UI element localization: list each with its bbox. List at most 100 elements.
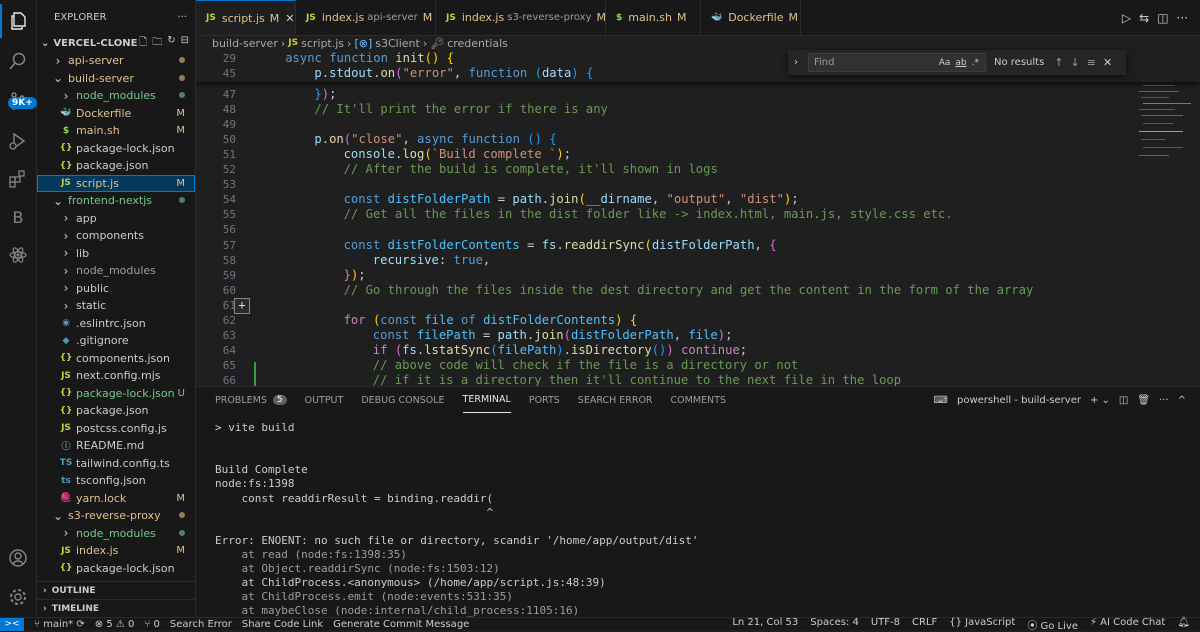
folder-item[interactable]: › components — [37, 227, 195, 245]
file-item[interactable]: ts tsconfig.json — [37, 472, 195, 490]
breadcrumb-symbol[interactable]: s3Client — [375, 37, 420, 50]
file-item[interactable]: {} package.json — [37, 157, 195, 175]
new-folder-icon[interactable]: 🗀 — [152, 35, 162, 52]
file-item[interactable]: JS next.config.mjs — [37, 367, 195, 385]
arrow-down-icon[interactable]: ↓ — [1071, 56, 1080, 69]
code-line[interactable]: 59}); — [196, 268, 1200, 283]
go-live[interactable]: ⦿ Go Live — [1027, 617, 1078, 632]
panel-tab-debug-console[interactable]: DEBUG CONSOLE — [361, 387, 444, 413]
timeline-section[interactable]: › TIMELINE — [37, 599, 195, 617]
file-item[interactable]: {} package-lock.json — [37, 140, 195, 158]
more-actions-icon[interactable]: ··· — [1177, 11, 1188, 25]
file-item[interactable]: JS index.js M — [37, 542, 195, 560]
code-line[interactable]: 55 // Get all the files in the dist folde… — [196, 207, 1200, 222]
collapse-all-icon[interactable]: ⊟ — [181, 35, 189, 52]
folder-item[interactable]: › node_modules — [37, 87, 195, 105]
folder-item[interactable]: ⌄ frontend-nextjs — [37, 192, 195, 210]
trash-icon[interactable]: 🗑︎ — [1137, 395, 1150, 406]
chevron-right-icon[interactable]: › — [794, 57, 798, 68]
panel-tab-comments[interactable]: COMMENTS — [671, 387, 726, 413]
notifications-icon[interactable]: 🔔︎ — [1177, 617, 1190, 632]
outline-section[interactable]: › OUTLINE — [37, 581, 195, 599]
whole-word-icon[interactable]: ab — [955, 58, 966, 68]
folder-item[interactable]: › public — [37, 280, 195, 298]
code-line[interactable]: 60 // Go through the files inside the des… — [196, 283, 1200, 298]
editor-tab[interactable]: JS index.js s3-reverse-proxy M — [436, 0, 606, 35]
settings-gear-icon[interactable] — [0, 580, 36, 614]
panel-tab-terminal[interactable]: TERMINAL — [462, 387, 511, 413]
remote-indicator-icon[interactable]: >< — [0, 617, 24, 631]
code-line[interactable]: 53 — [196, 177, 1200, 192]
file-item[interactable]: {} package.json — [37, 402, 195, 420]
refresh-icon[interactable]: ↻ — [167, 35, 175, 52]
encoding[interactable]: UTF-8 — [871, 617, 900, 632]
new-file-icon[interactable]: 🗋 — [139, 35, 147, 52]
find-input[interactable]: Find Aa ab .* — [808, 53, 986, 72]
ai-code-chat[interactable]: ⚡ AI Code Chat — [1090, 617, 1165, 632]
file-item[interactable]: TS tailwind.config.ts — [37, 455, 195, 473]
match-case-icon[interactable]: Aa — [939, 58, 951, 68]
find-in-selection-icon[interactable]: ≡ — [1087, 56, 1096, 69]
run-icon[interactable]: ▷ — [1122, 11, 1131, 25]
line-endings[interactable]: CRLF — [912, 617, 937, 632]
editor-tab[interactable]: JS script.js M ✕ — [196, 0, 296, 35]
git-branch[interactable]: ⑂ main* ⟳ — [34, 619, 85, 630]
panel-tab-ports[interactable]: PORTS — [529, 387, 560, 413]
file-item[interactable]: ◉ .eslintrc.json — [37, 315, 195, 333]
editor-tab[interactable]: JS index.js api-server M — [296, 0, 436, 35]
folder-item[interactable]: › node_modules — [37, 262, 195, 280]
file-item[interactable]: {} package-lock.json — [37, 560, 195, 578]
file-item[interactable]: JS postcss.config.js — [37, 420, 195, 438]
code-line[interactable]: 48 // It'll print the error if there is a… — [196, 102, 1200, 117]
code-line[interactable]: 57 const distFolderContents = fs.readdirS… — [196, 238, 1200, 253]
file-item[interactable]: JS script.js M — [37, 174, 195, 192]
code-line[interactable]: 64 if (fs.lstatSync(filePath).isDirectory… — [196, 343, 1200, 358]
file-item[interactable]: 🐳 Dockerfile M — [37, 105, 195, 123]
language-mode[interactable]: {} JavaScript — [949, 617, 1015, 632]
run-debug-icon[interactable] — [0, 124, 36, 158]
code-line[interactable]: 50 p.on("close", async function () { — [196, 132, 1200, 147]
panel-tab-search-error[interactable]: SEARCH ERROR — [578, 387, 653, 413]
close-icon[interactable]: ✕ — [285, 12, 294, 25]
folder-item[interactable]: › lib — [37, 245, 195, 263]
file-item[interactable]: ◆ .gitignore — [37, 332, 195, 350]
code-editor[interactable]: 29 async function init() {45 p.stdout.on("… — [196, 51, 1200, 386]
react-icon[interactable] — [0, 238, 36, 272]
code-line[interactable]: 65 // above code will check if the file i… — [196, 358, 1200, 373]
problems-count[interactable]: ⊗ 5 ⚠ 0 — [95, 619, 135, 630]
folder-item[interactable]: › node_modules — [37, 525, 195, 543]
folder-item[interactable]: › app — [37, 210, 195, 228]
folder-item[interactable]: ⌄ s3-reverse-proxy — [37, 507, 195, 525]
code-line[interactable]: 51 console.log(`Build complete `); — [196, 147, 1200, 162]
breadcrumb-folder[interactable]: build-server — [212, 37, 278, 50]
code-line[interactable]: 54 const distFolderPath = path.join(__dir… — [196, 192, 1200, 207]
code-line[interactable]: 56 — [196, 222, 1200, 237]
new-terminal-icon[interactable]: + ⌄ — [1090, 395, 1110, 406]
code-line[interactable]: 61 — [196, 298, 1200, 313]
explorer-icon[interactable] — [0, 4, 36, 38]
panel-tab-problems[interactable]: PROBLEMS 5 — [215, 387, 287, 413]
code-line[interactable]: 49 — [196, 117, 1200, 132]
file-item[interactable]: {} components.json — [37, 350, 195, 368]
panel-tab-output[interactable]: OUTPUT — [305, 387, 344, 413]
split-terminal-icon[interactable]: ◫ — [1119, 395, 1128, 406]
code-line[interactable]: 62 for (const file of distFolderContents)… — [196, 313, 1200, 328]
chevron-up-icon[interactable]: ^ — [1178, 395, 1186, 406]
compare-icon[interactable]: ⇆ — [1139, 11, 1149, 25]
folder-item[interactable]: › static — [37, 297, 195, 315]
add-comment-icon[interactable]: + — [234, 298, 250, 314]
code-line[interactable]: 52 // After the build is complete, it'll … — [196, 162, 1200, 177]
ports-count[interactable]: ⑂ 0 — [144, 619, 160, 630]
file-item[interactable]: {} package-lock.json U — [37, 385, 195, 403]
terminal-name[interactable]: powershell - build-server — [957, 395, 1081, 406]
close-icon[interactable]: ✕ — [1103, 56, 1112, 69]
breadcrumb-file[interactable]: script.js — [301, 37, 344, 50]
file-item[interactable]: ⓘ README.md — [37, 437, 195, 455]
file-item[interactable]: 🧶 yarn.lock M — [37, 490, 195, 508]
editor-tab[interactable]: 🐳 Dockerfile M — [701, 0, 801, 35]
code-line[interactable]: 47}); — [196, 87, 1200, 102]
split-editor-icon[interactable]: ◫ — [1157, 11, 1168, 25]
search-error-item[interactable]: Search Error — [170, 619, 232, 630]
search-icon[interactable] — [0, 44, 36, 78]
folder-item[interactable]: ⌄ build-server — [37, 70, 195, 88]
